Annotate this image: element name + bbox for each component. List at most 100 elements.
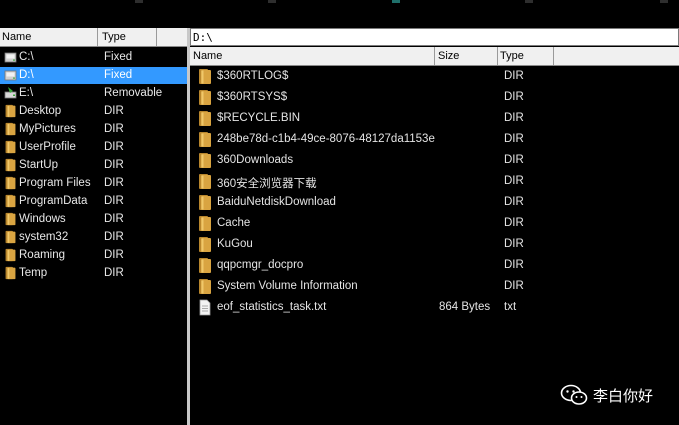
watermark-text: 李白你好: [593, 387, 654, 405]
file-row[interactable]: eof_statistics_task.txt 864 Bytes txt: [190, 297, 679, 318]
tree-item-name: StartUp: [19, 159, 58, 171]
file-type: DIR: [504, 91, 524, 103]
folder-icon: [4, 212, 17, 226]
folder-icon: [4, 140, 17, 154]
file-name: $360RTSYS$: [217, 91, 288, 103]
folder-icon: [198, 236, 212, 253]
removable-drive-icon: [4, 86, 17, 100]
folder-icon: [4, 194, 17, 208]
tree-item[interactable]: Program Files DIR: [0, 175, 187, 192]
column-separator[interactable]: [97, 28, 98, 46]
file-type: DIR: [504, 70, 524, 82]
tree-item-type: DIR: [104, 123, 124, 135]
tree-item[interactable]: D:\ Fixed: [0, 67, 187, 84]
column-header-type[interactable]: Type: [102, 31, 126, 43]
file-type: txt: [504, 301, 517, 313]
column-header-name[interactable]: Name: [2, 31, 31, 43]
file-row[interactable]: System Volume Information DIR: [190, 276, 679, 297]
column-separator[interactable]: [434, 47, 435, 65]
file-name: BaiduNetdiskDownload: [217, 196, 336, 208]
folder-icon: [4, 158, 17, 172]
file-list-pane: D:\ Name Size Type $360RTLOG$ DIR $360RTSY…: [190, 28, 679, 425]
file-row[interactable]: $360RTLOG$ DIR: [190, 66, 679, 87]
tree-item-name: ProgramData: [19, 195, 88, 207]
column-separator[interactable]: [553, 47, 554, 65]
file-name: $RECYCLE.BIN: [217, 112, 301, 124]
file-size: 864 Bytes: [439, 301, 491, 313]
tree-item-type: DIR: [104, 213, 124, 225]
left-column-header: Name Type: [0, 28, 187, 47]
file-name: Cache: [217, 217, 251, 229]
right-column-header: Name Size Type: [190, 47, 679, 66]
strip-mark: [660, 0, 668, 3]
strip-mark: [525, 0, 533, 3]
tree-item-type: DIR: [104, 195, 124, 207]
file-row[interactable]: qqpcmgr_docpro DIR: [190, 255, 679, 276]
tree-item-type: DIR: [104, 231, 124, 243]
file-name: 360安全浏览器下载: [217, 178, 317, 190]
tree-item-name: Roaming: [19, 249, 66, 261]
folder-icon: [198, 110, 212, 127]
file-row[interactable]: BaiduNetdiskDownload DIR: [190, 192, 679, 213]
strip-mark: [392, 0, 400, 3]
folder-icon: [198, 257, 212, 274]
column-header-size[interactable]: Size: [438, 50, 459, 62]
file-row[interactable]: $360RTSYS$ DIR: [190, 87, 679, 108]
file-type: DIR: [504, 217, 524, 229]
tree-item[interactable]: system32 DIR: [0, 229, 187, 246]
folder-icon: [198, 68, 212, 85]
file-row[interactable]: Cache DIR: [190, 213, 679, 234]
tree-item-name: Program Files: [19, 177, 91, 189]
column-separator[interactable]: [156, 28, 157, 46]
file-name: System Volume Information: [217, 280, 358, 292]
file-name: KuGou: [217, 238, 253, 250]
file-type: DIR: [504, 259, 524, 271]
tree-item[interactable]: C:\ Fixed: [0, 49, 187, 66]
folder-icon: [4, 248, 17, 262]
tree-item-name: Desktop: [19, 105, 62, 117]
folder-icon: [198, 131, 212, 148]
column-header-type[interactable]: Type: [500, 50, 524, 62]
file-type: DIR: [504, 175, 524, 187]
folder-icon: [198, 152, 212, 169]
file-name: qqpcmgr_docpro: [217, 259, 304, 271]
column-header-name[interactable]: Name: [193, 50, 222, 62]
folder-icon: [198, 278, 212, 295]
folder-icon: [198, 215, 212, 232]
strip-mark: [268, 0, 276, 3]
tree-item[interactable]: Roaming DIR: [0, 247, 187, 264]
tree-item[interactable]: Desktop DIR: [0, 103, 187, 120]
tree-item-name: UserProfile: [19, 141, 76, 153]
tree-item-name: C:\: [19, 51, 34, 63]
folder-icon: [4, 266, 17, 280]
file-row[interactable]: 360Downloads DIR: [190, 150, 679, 171]
file-row[interactable]: KuGou DIR: [190, 234, 679, 255]
tree-item[interactable]: E:\ Removable: [0, 85, 187, 102]
folder-icon: [198, 89, 212, 106]
tree-item-name: Windows: [19, 213, 66, 225]
tree-item[interactable]: Temp DIR: [0, 265, 187, 282]
file-name: eof_statistics_task.txt: [217, 301, 327, 313]
text-file-icon: [198, 299, 212, 316]
folder-icon: [4, 122, 17, 136]
tree-item-type: Fixed: [104, 51, 133, 63]
tree-item[interactable]: UserProfile DIR: [0, 139, 187, 156]
tree-item-type: DIR: [104, 249, 124, 261]
tree-item[interactable]: Windows DIR: [0, 211, 187, 228]
folder-icon: [198, 173, 212, 190]
folder-icon: [4, 104, 17, 118]
folder-icon: [4, 176, 17, 190]
file-row[interactable]: $RECYCLE.BIN DIR: [190, 108, 679, 129]
tree-item-name: Temp: [19, 267, 48, 279]
tree-item[interactable]: ProgramData DIR: [0, 193, 187, 210]
path-field[interactable]: D:\: [190, 28, 679, 46]
tree-item[interactable]: MyPictures DIR: [0, 121, 187, 138]
tree-item-type: DIR: [104, 159, 124, 171]
tree-item-type: Removable: [104, 87, 163, 99]
file-type: DIR: [504, 196, 524, 208]
file-row[interactable]: 248be78d-c1b4-49ce-8076-48127da1153e DIR: [190, 129, 679, 150]
file-row[interactable]: 360安全浏览器下载 DIR: [190, 171, 679, 192]
tree-item-type: DIR: [104, 105, 124, 117]
tree-item[interactable]: StartUp DIR: [0, 157, 187, 174]
column-separator[interactable]: [497, 47, 498, 65]
